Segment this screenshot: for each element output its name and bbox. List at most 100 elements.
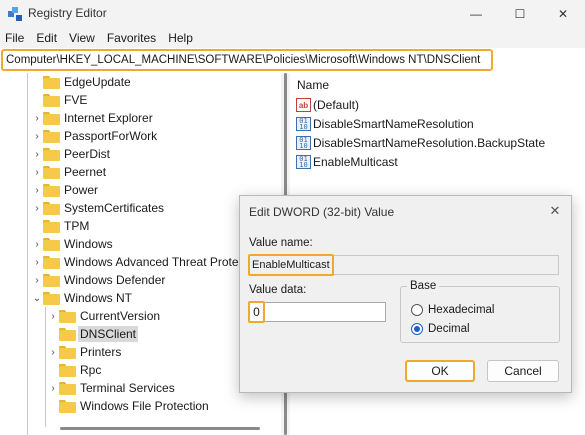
chevron-right-icon[interactable]: ›: [31, 163, 43, 181]
tree-guide-line: [45, 307, 46, 427]
ok-button[interactable]: OK: [405, 360, 475, 382]
tree-item-windows-file-protection[interactable]: Windows File Protection: [47, 397, 209, 415]
title-bar: Registry Editor — ☐ ✕: [0, 0, 585, 28]
tree-item-rpc[interactable]: Rpc: [47, 361, 101, 379]
tree-item-label: PeerDist: [64, 147, 111, 161]
value-name: DisableSmartNameResolution.BackupState: [313, 136, 546, 150]
folder-icon: [43, 291, 60, 305]
address-bar[interactable]: Computer\HKEY_LOCAL_MACHINE\SOFTWARE\Pol…: [1, 49, 493, 71]
tree-item-windows-nt[interactable]: ⌄ Windows NT: [31, 289, 132, 307]
chevron-icon[interactable]: [31, 91, 43, 109]
chevron-right-icon[interactable]: ›: [47, 343, 59, 361]
tree-item-tpm[interactable]: TPM: [31, 217, 89, 235]
value-data-text[interactable]: 0: [248, 301, 265, 323]
tree-item-edgeupdate[interactable]: EdgeUpdate: [31, 73, 131, 91]
chevron-right-icon[interactable]: ›: [31, 235, 43, 253]
radio-label: Hexadecimal: [428, 304, 495, 316]
maximize-button[interactable]: ☐: [498, 0, 542, 28]
folder-icon: [43, 183, 60, 197]
tree-item-label: Windows Defender: [64, 273, 166, 287]
menu-file[interactable]: File: [0, 31, 30, 45]
base-label: Base: [407, 280, 440, 292]
folder-icon: [43, 129, 60, 143]
tree-item-label: Power: [64, 183, 99, 197]
minimize-button[interactable]: —: [454, 0, 498, 28]
binary-value-icon: 01 10: [296, 117, 311, 131]
chevron-right-icon[interactable]: ›: [31, 109, 43, 127]
radio-hexadecimal[interactable]: Hexadecimal: [411, 302, 494, 318]
horizontal-scrollbar[interactable]: [60, 427, 260, 430]
menu-bar: File Edit View Favorites Help: [0, 28, 585, 48]
cancel-button[interactable]: Cancel: [487, 360, 559, 382]
chevron-down-icon[interactable]: ⌄: [31, 289, 43, 307]
radio-label: Decimal: [428, 323, 470, 335]
tree-item-windows-defender[interactable]: › Windows Defender: [31, 271, 165, 289]
folder-icon: [59, 363, 76, 377]
chevron-right-icon[interactable]: ›: [31, 199, 43, 217]
menu-edit[interactable]: Edit: [30, 31, 63, 45]
tree-item-passportforwork[interactable]: › PassportForWork: [31, 127, 157, 145]
chevron-right-icon[interactable]: ›: [31, 271, 43, 289]
tree-item-systemcertificates[interactable]: › SystemCertificates: [31, 199, 164, 217]
tree-item-label: Terminal Services: [80, 381, 175, 395]
folder-icon: [43, 219, 60, 233]
radio-selected-icon[interactable]: [411, 323, 423, 335]
chevron-right-icon[interactable]: ›: [31, 145, 43, 163]
tree-item-label: Rpc: [80, 363, 102, 377]
window-title: Registry Editor: [28, 6, 107, 20]
tree-item-currentversion[interactable]: › CurrentVersion: [47, 307, 160, 325]
tree-item-dnsclient[interactable]: DNSClient: [47, 325, 139, 343]
chevron-icon: [47, 325, 59, 343]
chevron-right-icon[interactable]: ›: [31, 253, 43, 271]
tree-item-label: Internet Explorer: [64, 111, 153, 125]
tree-item-fve[interactable]: FVE: [31, 91, 87, 109]
value-row[interactable]: ab (Default): [296, 96, 359, 114]
tree-item-label: Windows Advanced Threat Protec: [64, 255, 245, 269]
menu-favorites[interactable]: Favorites: [101, 31, 162, 45]
tree-item-label: FVE: [64, 93, 88, 107]
chevron-right-icon[interactable]: ›: [47, 307, 59, 325]
folder-icon: [59, 399, 76, 413]
dialog-close-button[interactable]: ✕: [543, 201, 567, 221]
radio-icon[interactable]: [411, 304, 423, 316]
chevron-icon[interactable]: [31, 217, 43, 235]
tree-item-label: Windows NT: [64, 291, 133, 305]
edit-dword-dialog: Edit DWORD (32-bit) Value ✕ Value name: …: [239, 195, 572, 393]
folder-icon: [43, 273, 60, 287]
chevron-right-icon[interactable]: ›: [31, 127, 43, 145]
menu-help[interactable]: Help: [162, 31, 199, 45]
folder-icon: [43, 75, 60, 89]
tree-item-terminal-services[interactable]: › Terminal Services: [47, 379, 175, 397]
menu-view[interactable]: View: [63, 31, 101, 45]
tree-item-windows[interactable]: › Windows: [31, 235, 112, 253]
folder-icon: [59, 327, 76, 341]
tree-item-printers[interactable]: › Printers: [47, 343, 121, 361]
folder-icon: [59, 381, 76, 395]
chevron-icon[interactable]: [31, 73, 43, 91]
tree-item-power[interactable]: › Power: [31, 181, 98, 199]
tree-item-internet-explorer[interactable]: › Internet Explorer: [31, 109, 153, 127]
chevron-icon: [47, 361, 59, 379]
column-header-name[interactable]: Name: [297, 78, 329, 92]
radio-decimal[interactable]: Decimal: [411, 321, 470, 337]
value-name: EnableMulticast: [313, 155, 398, 169]
dialog-title: Edit DWORD (32-bit) Value: [249, 205, 395, 219]
tree-item-label: Peernet: [64, 165, 107, 179]
folder-icon: [43, 255, 60, 269]
value-row[interactable]: 01 10 DisableSmartNameResolution.BackupSt…: [296, 134, 545, 152]
tree-item-label: EdgeUpdate: [64, 75, 131, 89]
tree-item-peernet[interactable]: › Peernet: [31, 163, 106, 181]
value-data-input[interactable]: [249, 302, 386, 322]
tree-item-windows-atp[interactable]: › Windows Advanced Threat Protec: [31, 253, 245, 271]
tree-item-label: SystemCertificates: [64, 201, 165, 215]
close-window-button[interactable]: ✕: [541, 0, 585, 28]
chevron-right-icon[interactable]: ›: [31, 181, 43, 199]
folder-icon: [43, 165, 60, 179]
tree-item-label: DNSClient: [78, 326, 139, 342]
chevron-icon: [47, 397, 59, 415]
value-row[interactable]: 01 10 EnableMulticast: [296, 153, 398, 171]
value-row[interactable]: 01 10 DisableSmartNameResolution: [296, 115, 474, 133]
tree-item-peerdist[interactable]: › PeerDist: [31, 145, 110, 163]
chevron-right-icon[interactable]: ›: [47, 379, 59, 397]
value-name: (Default): [313, 98, 360, 112]
